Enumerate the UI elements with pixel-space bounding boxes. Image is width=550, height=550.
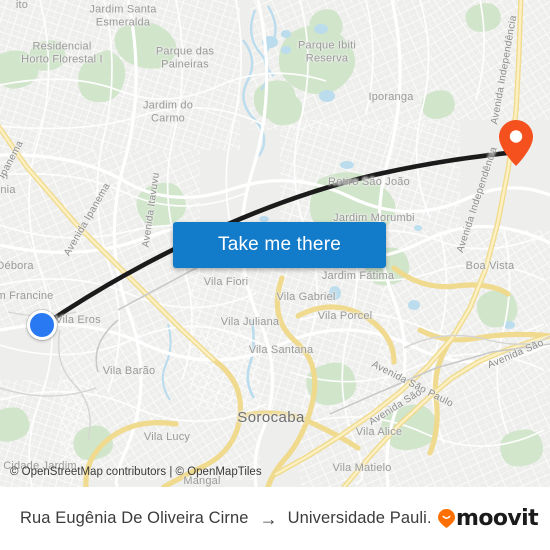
attribution-osm[interactable]: © OpenStreetMap contributors (10, 466, 166, 478)
map-attribution[interactable]: © OpenStreetMap contributors | © OpenMap… (10, 466, 262, 478)
trip-destination-label[interactable]: Universidade Pauli... (288, 509, 430, 528)
attribution-separator: | (169, 466, 173, 478)
trip-endpoints[interactable]: Rua Eugênia De Oliveira Cirne,... → Univ… (20, 509, 430, 528)
arrow-right-icon: → (259, 508, 278, 529)
attribution-tiles[interactable]: © OpenMapTiles (176, 466, 262, 478)
map-canvas[interactable]: ito Jardim Santa Esmeralda Residencial Hor… (0, 0, 550, 487)
moovit-map-screen: ito Jardim Santa Esmeralda Residencial Hor… (0, 0, 550, 550)
destination-pin-marker[interactable] (499, 120, 533, 166)
take-me-there-button[interactable]: Take me there (173, 222, 386, 268)
moovit-pin-icon (438, 509, 456, 528)
trip-origin-label[interactable]: Rua Eugênia De Oliveira Cirne,... (20, 509, 250, 528)
trip-summary-bar: Rua Eugênia De Oliveira Cirne,... → Univ… (0, 487, 550, 550)
origin-dot-marker[interactable] (27, 310, 57, 340)
moovit-logo[interactable]: moovit (438, 505, 539, 531)
moovit-wordmark: moovit (456, 505, 539, 531)
